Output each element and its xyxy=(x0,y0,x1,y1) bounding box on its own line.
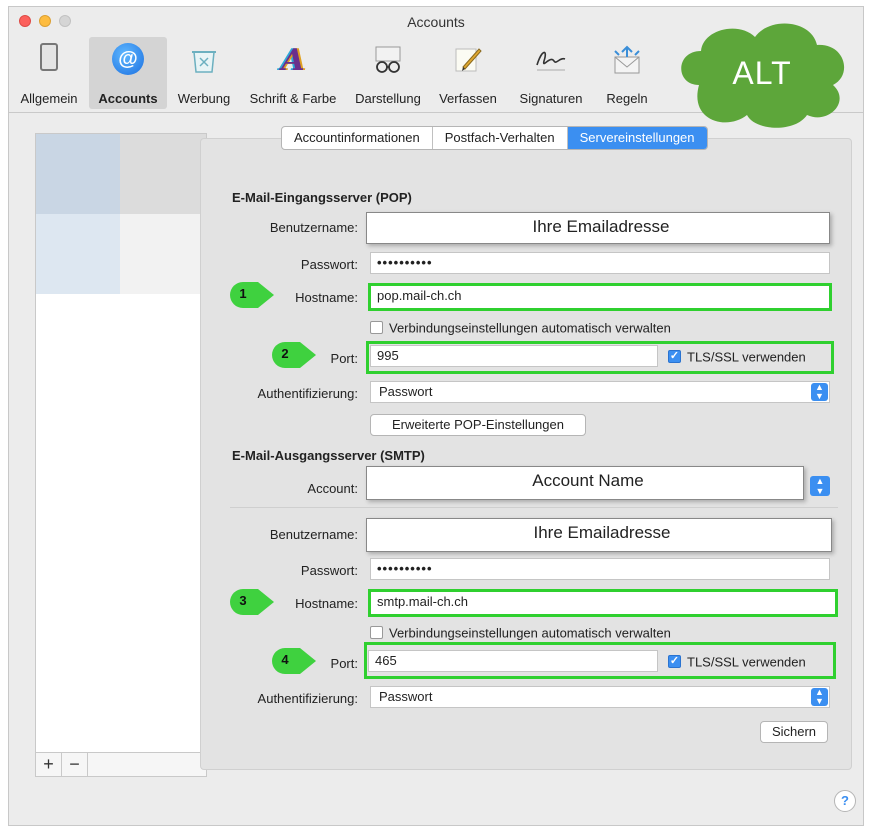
updown-chevron-icon: ▲ ▼ xyxy=(811,383,828,401)
outgoing-auto-manage-checkbox[interactable]: Verbindungseinstellungen automatisch ver… xyxy=(370,625,671,640)
step-marker-3: 3 xyxy=(228,587,276,617)
updown-chevron-icon: ▲ ▼ xyxy=(811,688,828,706)
general-icon xyxy=(40,43,58,71)
checkbox-icon xyxy=(370,321,383,335)
incoming-auth-value: Passwort xyxy=(379,384,433,399)
toolbar-item-label: Accounts xyxy=(98,91,158,106)
toolbar-item-label: Allgemein xyxy=(20,91,78,106)
advanced-pop-settings-button[interactable]: Erweiterte POP-Einstellungen xyxy=(370,414,586,436)
toolbar-item-label: Regeln xyxy=(606,91,648,106)
toolbar-item-composing[interactable]: Verfassen xyxy=(431,37,505,109)
account-row[interactable] xyxy=(36,214,206,294)
step-marker-2: 2 xyxy=(270,340,318,370)
rules-envelope-icon xyxy=(610,43,644,77)
fonts-colors-icon: A xyxy=(281,42,305,78)
checkmark-icon: ✓ xyxy=(668,350,681,364)
tab-mailbox-behaviors[interactable]: Postfach-Verhalten xyxy=(433,127,568,149)
outgoing-auth-value: Passwort xyxy=(379,689,433,704)
step-number: 2 xyxy=(281,346,289,361)
incoming-username-label: Benutzername: xyxy=(269,220,358,235)
outgoing-hostname-field[interactable]: smtp.mail-ch.ch xyxy=(368,589,838,617)
step-marker-1: 1 xyxy=(228,280,276,310)
updown-chevron-icon[interactable]: ▲ ▼ xyxy=(810,476,830,496)
outgoing-account-select[interactable]: Account Name xyxy=(366,466,804,500)
toolbar-item-label: Darstellung xyxy=(355,91,421,106)
incoming-username-field[interactable]: Ihre Emailadresse xyxy=(366,212,830,244)
toolbar-item-label: Verfassen xyxy=(439,91,497,106)
section-divider xyxy=(230,507,838,508)
step-number: 4 xyxy=(281,652,289,667)
signature-icon xyxy=(534,43,568,77)
outgoing-tls-label: TLS/SSL verwenden xyxy=(687,654,806,670)
toolbar-item-general[interactable]: Allgemein xyxy=(13,37,85,109)
at-sign-icon: @ xyxy=(112,43,144,75)
incoming-auto-manage-label: Verbindungseinstellungen automatisch ver… xyxy=(389,320,671,336)
outgoing-auth-label: Authentifizierung: xyxy=(257,691,358,706)
glasses-icon xyxy=(371,43,405,77)
toolbar-item-fonts-colors[interactable]: A Schrift & Farbe xyxy=(241,37,345,109)
alt-cloud-overlay: ALT xyxy=(669,15,855,133)
incoming-port-field[interactable]: 995 xyxy=(370,345,658,367)
alt-label: ALT xyxy=(732,55,792,91)
account-list-footer: + − xyxy=(36,752,206,776)
outgoing-password-field[interactable]: •••••••••• xyxy=(370,558,830,580)
step-number: 1 xyxy=(239,286,247,301)
toolbar-item-label: Schrift & Farbe xyxy=(249,91,337,106)
toolbar-item-junk[interactable]: Werbung xyxy=(169,37,239,109)
outgoing-password-label: Passwort: xyxy=(300,563,358,578)
incoming-auth-label: Authentifizierung: xyxy=(257,386,358,401)
junk-trash-icon xyxy=(187,43,221,77)
toolbar-item-label: Signaturen xyxy=(519,91,583,106)
outgoing-account-label: Account: xyxy=(307,481,358,496)
account-row[interactable] xyxy=(36,134,206,214)
toolbar-item-rules[interactable]: Regeln xyxy=(597,37,657,109)
step-number: 3 xyxy=(239,593,247,608)
save-button[interactable]: Sichern xyxy=(760,721,828,743)
incoming-auto-manage-checkbox[interactable]: Verbindungseinstellungen automatisch ver… xyxy=(370,320,671,335)
incoming-server-heading: E-Mail-Eingangsserver (POP) xyxy=(232,190,412,205)
outgoing-port-field[interactable]: 465 xyxy=(368,650,658,672)
toolbar-item-accounts[interactable]: @ Accounts xyxy=(89,37,167,109)
step-marker-4: 4 xyxy=(270,646,318,676)
outgoing-username-label: Benutzername: xyxy=(269,527,358,542)
incoming-hostname-field[interactable]: pop.mail-ch.ch xyxy=(368,283,832,311)
incoming-password-label: Passwort: xyxy=(300,257,358,272)
incoming-auth-select[interactable]: Passwort ▲ ▼ xyxy=(370,381,830,403)
pencil-icon xyxy=(451,43,485,77)
toolbar-item-label: Werbung xyxy=(177,91,231,106)
outgoing-tls-checkbox[interactable]: ✓ TLS/SSL verwenden xyxy=(668,654,806,669)
incoming-password-field[interactable]: •••••••••• xyxy=(370,252,830,274)
add-account-button[interactable]: + xyxy=(36,753,62,776)
remove-account-button[interactable]: − xyxy=(62,753,88,776)
incoming-tls-checkbox[interactable]: ✓ TLS/SSL verwenden xyxy=(668,349,806,364)
account-list[interactable]: + − xyxy=(35,133,207,777)
outgoing-server-heading: E-Mail-Ausgangsserver (SMTP) xyxy=(232,448,425,463)
checkbox-icon xyxy=(370,626,383,640)
settings-tab-bar: Accountinformationen Postfach-Verhalten … xyxy=(281,126,708,150)
outgoing-auto-manage-label: Verbindungseinstellungen automatisch ver… xyxy=(389,625,671,641)
tab-account-information[interactable]: Accountinformationen xyxy=(282,127,433,149)
incoming-tls-label: TLS/SSL verwenden xyxy=(687,349,806,365)
outgoing-auth-select[interactable]: Passwort ▲ ▼ xyxy=(370,686,830,708)
help-button[interactable]: ? xyxy=(834,790,856,812)
outgoing-username-field[interactable]: Ihre Emailadresse xyxy=(366,518,832,552)
toolbar-item-viewing[interactable]: Darstellung xyxy=(347,37,429,109)
toolbar-item-signatures[interactable]: Signaturen xyxy=(507,37,595,109)
tab-server-settings[interactable]: Servereinstellungen xyxy=(567,127,707,149)
checkmark-icon: ✓ xyxy=(668,655,681,669)
